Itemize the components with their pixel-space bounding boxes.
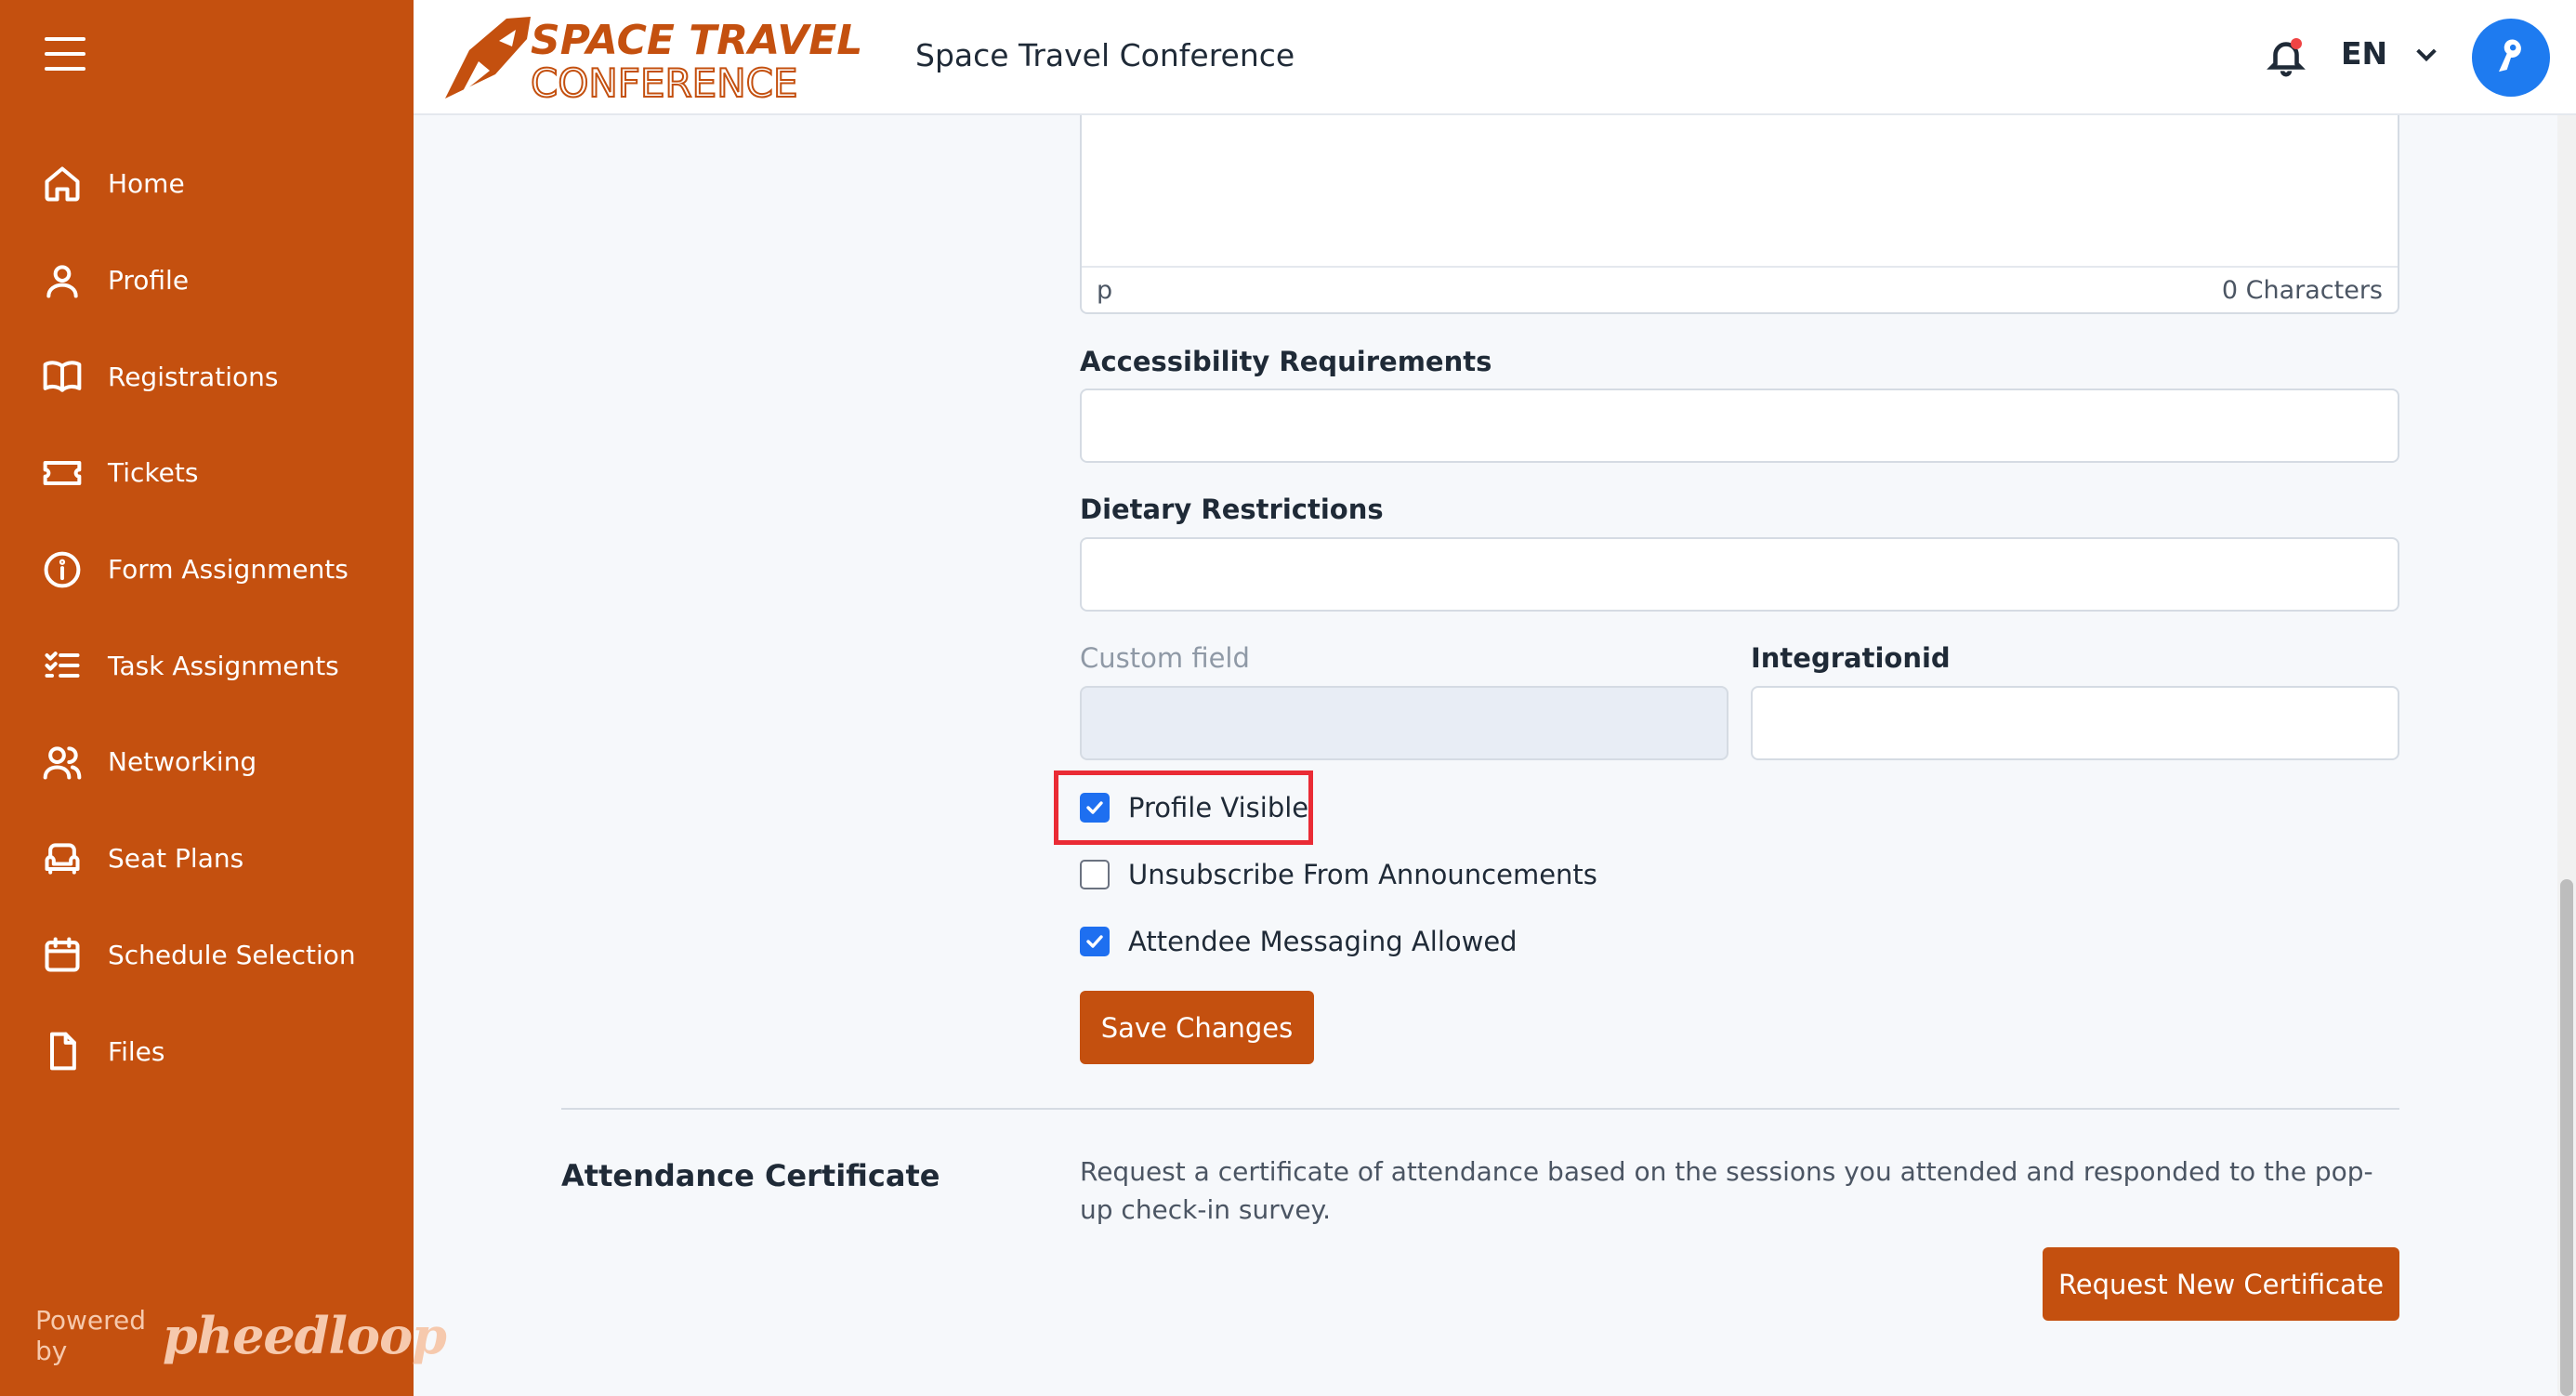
sidebar-item-label: Networking <box>108 746 257 778</box>
sidebar-item-seat-plans[interactable]: Seat Plans <box>0 810 414 907</box>
ticket-icon <box>41 452 84 494</box>
dietary-label: Dietary Restrictions <box>1080 494 1384 525</box>
request-certificate-button[interactable]: Request New Certificate <box>2043 1247 2399 1321</box>
checkbox-label: Attendee Messaging Allowed <box>1128 926 1518 957</box>
checkbox-label: Profile Visible <box>1128 792 1309 823</box>
powered-by-text: Powered by <box>35 1305 147 1366</box>
sidebar-item-label: Registrations <box>108 361 279 392</box>
checkbox-checked[interactable] <box>1080 927 1110 956</box>
sidebar: Home Profile Registrations Tickets Form … <box>0 0 447 1396</box>
pheedloop-logo[interactable]: pheedloop <box>163 1306 447 1365</box>
checkbox-label: Unsubscribe From Announcements <box>1128 859 1597 890</box>
sidebar-item-registrations[interactable]: Registrations <box>0 328 414 425</box>
scrollbar-thumb[interactable] <box>2560 879 2573 1396</box>
check-icon <box>1086 801 1103 814</box>
sidebar-item-label: Files <box>108 1035 165 1067</box>
sidebar-item-label: Profile <box>108 265 190 296</box>
logo-line2: CONFERENCE <box>531 60 798 102</box>
sidebar-item-networking[interactable]: Networking <box>0 714 414 810</box>
character-count: 0 Characters <box>2221 275 2383 305</box>
checkbox-checked[interactable] <box>1080 793 1110 823</box>
attendance-certificate-title: Attendance Certificate <box>561 1158 940 1193</box>
editor-path: p <box>1097 275 1113 305</box>
accessibility-label: Accessibility Requirements <box>1080 346 1492 377</box>
menu-icon[interactable] <box>45 37 85 74</box>
dietary-input[interactable] <box>1080 537 2399 612</box>
custom-field-input <box>1080 686 1728 760</box>
sidebar-item-label: Tickets <box>108 457 199 489</box>
attendee-messaging-checkbox[interactable]: Attendee Messaging Allowed <box>1080 926 1518 957</box>
sidebar-item-tickets[interactable]: Tickets <box>0 425 414 521</box>
language-selector[interactable]: EN <box>2341 35 2441 72</box>
save-changes-button[interactable]: Save Changes <box>1080 991 1314 1064</box>
profile-visible-checkbox[interactable]: Profile Visible <box>1080 792 1308 823</box>
book-icon <box>41 355 84 398</box>
check-icon <box>1086 935 1103 948</box>
sidebar-nav: Home Profile Registrations Tickets Form … <box>0 136 414 1100</box>
sidebar-item-home[interactable]: Home <box>0 136 414 232</box>
sidebar-item-label: Task Assignments <box>108 650 339 681</box>
integrationid-input[interactable] <box>1751 686 2399 760</box>
armchair-icon <box>41 837 84 880</box>
sidebar-item-label: Home <box>108 168 185 200</box>
sidebar-item-label: Seat Plans <box>108 843 244 875</box>
attendance-certificate-description: Request a certificate of attendance base… <box>1080 1156 2373 1225</box>
avatar-icon <box>2499 39 2521 72</box>
users-icon <box>41 741 84 784</box>
chevron-down-icon <box>2416 48 2437 61</box>
avatar[interactable] <box>2472 19 2550 97</box>
top-header: SPACE TRAVEL CONFERENCE Space Travel Con… <box>414 0 2576 115</box>
sidebar-item-form-assignments[interactable]: Form Assignments <box>0 521 414 618</box>
bio-editor[interactable]: p 0 Characters <box>1080 115 2399 314</box>
logo-line1: SPACE TRAVEL <box>531 17 860 64</box>
notification-badge <box>2291 38 2302 49</box>
checklist-icon <box>41 644 84 687</box>
sidebar-item-label: Schedule Selection <box>108 939 356 970</box>
calendar-icon <box>41 933 84 976</box>
unsubscribe-announcements-checkbox[interactable]: Unsubscribe From Announcements <box>1080 859 1597 890</box>
conference-logo[interactable]: SPACE TRAVEL CONFERENCE <box>441 13 862 107</box>
file-icon <box>41 1030 84 1073</box>
custom-field-label: Custom field <box>1080 642 1250 674</box>
section-divider <box>561 1108 2399 1110</box>
sidebar-item-files[interactable]: Files <box>0 1003 414 1100</box>
powered-by: Powered by pheedloop <box>35 1305 447 1366</box>
sidebar-item-schedule-selection[interactable]: Schedule Selection <box>0 907 414 1004</box>
info-icon <box>41 548 84 591</box>
integrationid-label: Integrationid <box>1751 642 1951 674</box>
page-title: Space Travel Conference <box>915 37 1295 73</box>
sidebar-item-task-assignments[interactable]: Task Assignments <box>0 617 414 714</box>
language-code: EN <box>2341 35 2388 72</box>
editor-footer: p 0 Characters <box>1082 266 2398 312</box>
notifications-button[interactable] <box>2265 35 2307 78</box>
user-icon <box>41 259 84 302</box>
accessibility-input[interactable] <box>1080 389 2399 463</box>
sidebar-item-profile[interactable]: Profile <box>0 232 414 329</box>
home-icon <box>41 163 84 205</box>
checkbox-unchecked[interactable] <box>1080 860 1110 889</box>
sidebar-item-label: Form Assignments <box>108 554 348 586</box>
